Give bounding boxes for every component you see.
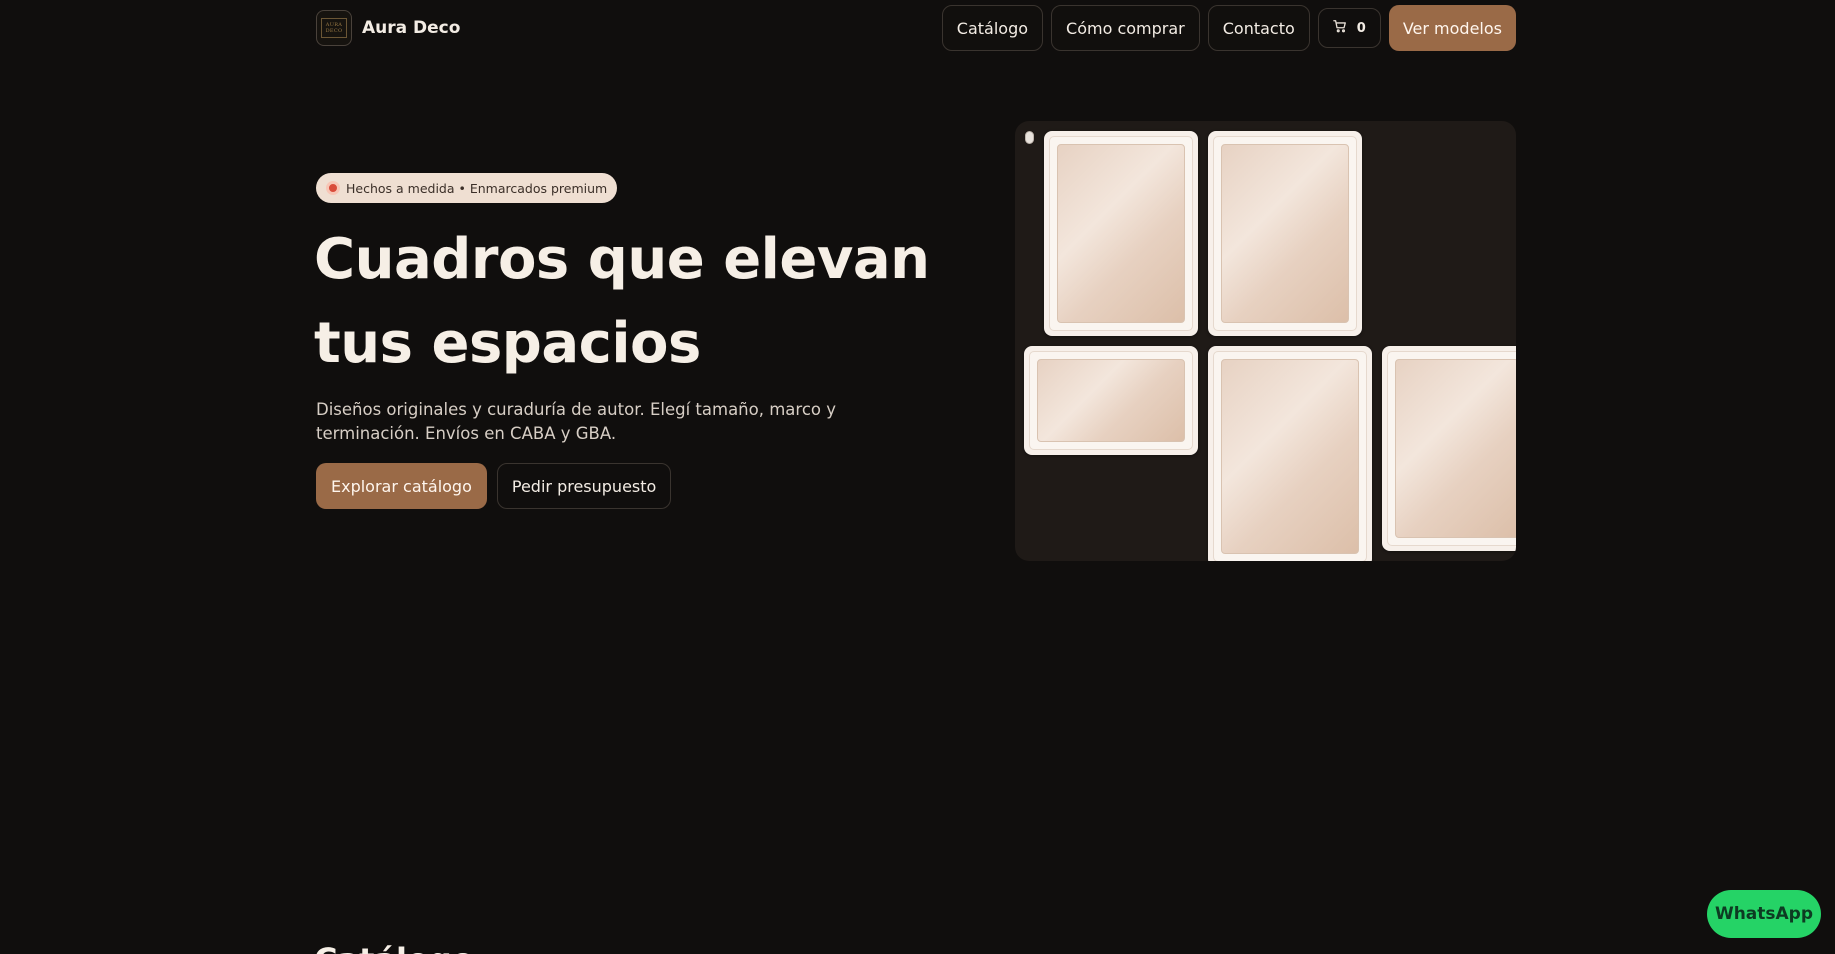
site-header: AURA DECO Aura Deco Catálogo Cómo compra… — [316, 5, 1516, 51]
nav-item-como-comprar[interactable]: Cómo comprar — [1051, 5, 1200, 51]
gallery-indicator[interactable] — [1025, 131, 1034, 144]
gallery-frame-3[interactable] — [1024, 346, 1198, 455]
gallery-frame-4[interactable] — [1208, 346, 1372, 561]
hero-title-line-1: Cuadros que elevan — [314, 227, 930, 292]
hero-gallery — [1015, 121, 1516, 561]
hero-actions: Explorar catálogo Pedir presupuesto — [316, 463, 672, 509]
ver-modelos-button[interactable]: Ver modelos — [1388, 5, 1516, 51]
catalog-section-title: Catálogo — [314, 940, 474, 954]
request-quote-button[interactable]: Pedir presupuesto — [496, 463, 672, 509]
whatsapp-button[interactable]: WhatsApp — [1707, 890, 1821, 938]
hero-title: Cuadros que elevan tus espacios — [314, 218, 954, 386]
hero-description: Diseños originales y curaduría de autor.… — [316, 400, 836, 443]
hero-title-line-2: tus espacios — [314, 311, 701, 376]
cart-icon — [1333, 19, 1347, 37]
logo-mark: AURA DECO — [321, 18, 347, 38]
brand[interactable]: AURA DECO Aura Deco — [316, 10, 460, 46]
cart-button[interactable]: 0 — [1317, 8, 1381, 48]
logo: AURA DECO — [316, 10, 352, 46]
nav-item-contacto[interactable]: Contacto — [1207, 5, 1310, 51]
gallery-frame-5[interactable] — [1382, 346, 1516, 551]
gallery-frame-1[interactable] — [1044, 131, 1198, 336]
explore-catalog-button[interactable]: Explorar catálogo — [316, 463, 487, 509]
brand-name: Aura Deco — [362, 18, 461, 38]
hero-badge: Hechos a medida • Enmarcados premium — [316, 173, 618, 203]
cart-count: 0 — [1356, 20, 1366, 36]
logo-text-bottom: DECO — [325, 28, 343, 34]
main-nav: Catálogo Cómo comprar Contacto 0 Ver mod… — [941, 5, 1516, 51]
gallery-frame-2[interactable] — [1208, 131, 1362, 336]
nav-item-catalogo[interactable]: Catálogo — [941, 5, 1044, 51]
hero-badge-text: Hechos a medida • Enmarcados premium — [346, 180, 608, 196]
target-icon — [326, 181, 340, 195]
